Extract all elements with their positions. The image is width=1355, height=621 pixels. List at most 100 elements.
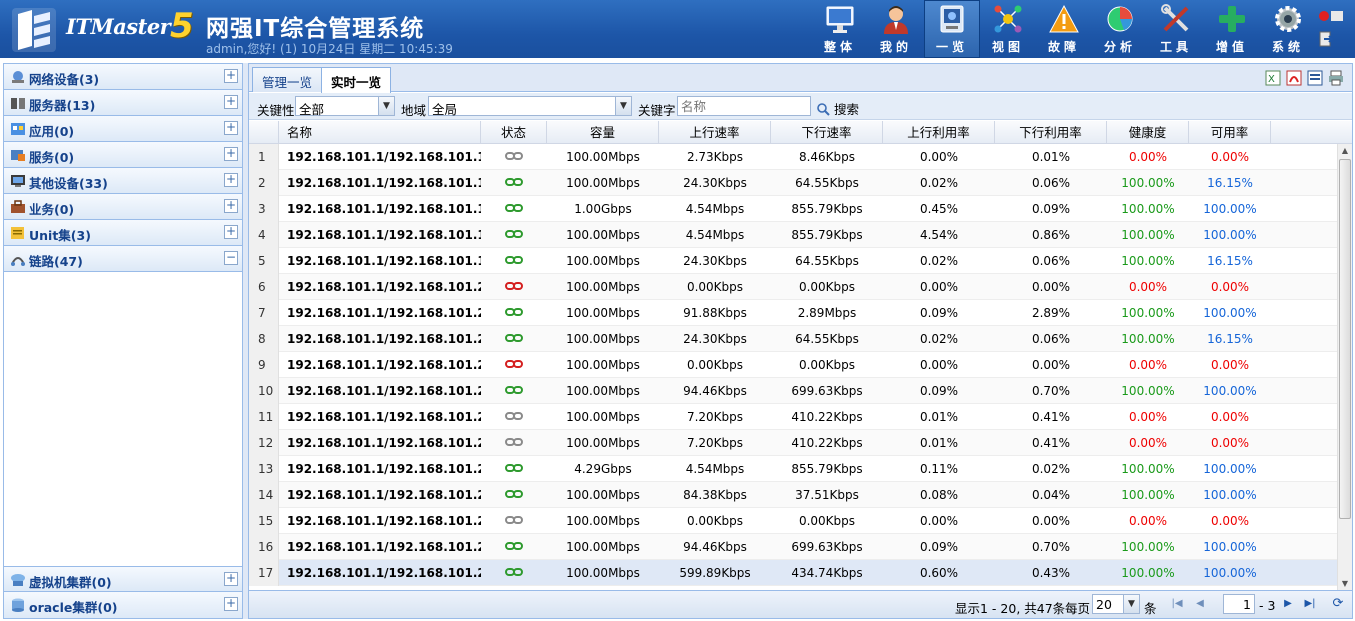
excel-export-icon[interactable]: X	[1265, 70, 1281, 86]
link-name-cell[interactable]: 192.168.101.1/192.168.101.223	[279, 456, 481, 482]
sidebar-item-network-devices[interactable]: 网络设备(3) +	[4, 64, 242, 90]
column-header[interactable]: 状态	[481, 121, 547, 144]
table-row[interactable]: 12 192.168.101.1/192.168.101.222 100.00Mbp…	[249, 430, 1337, 456]
table-row[interactable]: 13 192.168.101.1/192.168.101.223 4.29Gbps 4…	[249, 456, 1337, 482]
link-name-cell[interactable]: 192.168.101.1/192.168.101.222	[279, 430, 481, 456]
table-row[interactable]: 8 192.168.101.1/192.168.101.201 100.00Mbps…	[249, 326, 1337, 352]
table-row[interactable]: 7192.168.101.1/192.168.101.20(1) 100.00Mb…	[249, 300, 1337, 326]
table-row[interactable]: 11 192.168.101.1/192.168.101.22 100.00Mbps…	[249, 404, 1337, 430]
nav-tools[interactable]: 工具	[1148, 0, 1204, 58]
table-row[interactable]: 2 192.168.101.1/192.168.101.119 100.00Mbps…	[249, 170, 1337, 196]
table-row[interactable]: 9 192.168.101.1/192.168.101.21 100.00Mbps 0…	[249, 352, 1337, 378]
keyword-input[interactable]	[677, 96, 811, 116]
upstream-rate-cell: 7.20Kbps	[686, 410, 744, 424]
column-header[interactable]: 容量	[547, 121, 659, 144]
scroll-thumb[interactable]	[1339, 159, 1351, 519]
nav-label: 故障	[1047, 40, 1080, 54]
sidebar-item-other-devices[interactable]: 其他设备(33) +	[4, 168, 242, 194]
table-row[interactable]: 14 192.168.101.1/192.168.101.224 100.00Mbp…	[249, 482, 1337, 508]
link-name-cell[interactable]: 192.168.101.1/192.168.101.20(1)	[279, 300, 481, 326]
table-row[interactable]: 16 192.168.101.1/192.168.101.235 100.00Mbp…	[249, 534, 1337, 560]
vertical-scrollbar[interactable]: ▲ ▼	[1337, 144, 1352, 591]
table-row[interactable]: 17 192.168.101.1/192.168.101.236 100.00Mbp…	[249, 560, 1337, 586]
tab-management-overview[interactable]: 管理一览	[252, 67, 323, 92]
table-row[interactable]: 4 192.168.101.1/192.168.101.198 100.00Mbps…	[249, 222, 1337, 248]
link-name-cell[interactable]: 192.168.101.1/192.168.101.199	[279, 248, 481, 274]
column-header[interactable]: 名称	[279, 121, 481, 144]
sidebar-item-oracle-clusters[interactable]: oracle集群(0) +	[4, 592, 242, 618]
page-number-input[interactable]: 1	[1223, 594, 1255, 614]
expand-icon[interactable]: +	[224, 199, 238, 213]
criticality-select[interactable]: 全部 ▼	[295, 96, 395, 117]
table-row[interactable]: 15 192.168.101.1/192.168.101.232 100.00Mbp…	[249, 508, 1337, 534]
link-name-cell[interactable]: 192.168.101.1/192.168.101.100	[279, 144, 481, 170]
column-header[interactable]: 下行利用率	[995, 121, 1107, 144]
downstream-utilization-cell: 0.86%	[1031, 228, 1071, 242]
scroll-down-icon[interactable]: ▼	[1338, 577, 1352, 591]
print-icon[interactable]	[1328, 70, 1344, 86]
expand-icon[interactable]: +	[224, 147, 238, 161]
link-name-cell[interactable]: 192.168.101.1/192.168.101.22	[279, 404, 481, 430]
nav-value-added[interactable]: 增值	[1204, 0, 1260, 58]
column-header[interactable]: 下行速率	[771, 121, 883, 144]
column-header[interactable]: 可用率	[1189, 121, 1271, 144]
prev-page-icon[interactable]: ◀	[1193, 597, 1207, 611]
expand-icon[interactable]: +	[224, 121, 238, 135]
column-header[interactable]: 健康度	[1107, 121, 1189, 144]
sidebar-item-vm-clusters[interactable]: 虚拟机集群(0) +	[4, 566, 242, 592]
column-header[interactable]: 上行利用率	[883, 121, 995, 144]
per-page-select[interactable]: 20 ▼	[1092, 594, 1140, 614]
link-name-cell[interactable]: 192.168.101.1/192.168.101.201	[279, 326, 481, 352]
sidebar-item-unit-sets[interactable]: Unit集(3) +	[4, 220, 242, 246]
table-row[interactable]: 3 192.168.101.1/192.168.101.16 1.00Gbps 4.5…	[249, 196, 1337, 222]
link-name-cell[interactable]: 192.168.101.1/192.168.101.21	[279, 352, 481, 378]
link-name-cell[interactable]: 192.168.101.1/192.168.101.236	[279, 560, 481, 586]
table-row[interactable]: 5 192.168.101.1/192.168.101.199 100.00Mbps…	[249, 248, 1337, 274]
link-name-cell[interactable]: 192.168.101.1/192.168.101.224	[279, 482, 481, 508]
nav-mine[interactable]: 我的	[868, 0, 924, 58]
expand-icon[interactable]: +	[224, 95, 238, 109]
tab-realtime-overview[interactable]: 实时一览	[321, 67, 392, 93]
link-name-cell[interactable]: 192.168.101.1/192.168.101.212	[279, 378, 481, 404]
expand-icon[interactable]: +	[224, 173, 238, 187]
last-page-icon[interactable]: ▶|	[1303, 597, 1317, 611]
nav-view[interactable]: 视图	[980, 0, 1036, 58]
nav-fault[interactable]: 故障	[1036, 0, 1092, 58]
table-row[interactable]: 10 192.168.101.1/192.168.101.212 100.00Mbp…	[249, 378, 1337, 404]
scroll-up-icon[interactable]: ▲	[1338, 144, 1352, 158]
sidebar-item-label: 业务(0)	[29, 202, 75, 217]
alarm-icon[interactable]	[1318, 8, 1348, 24]
sidebar-item-applications[interactable]: 应用(0) +	[4, 116, 242, 142]
pdf-export-icon[interactable]	[1286, 70, 1302, 86]
link-name-cell[interactable]: 192.168.101.1/192.168.101.16	[279, 196, 481, 222]
logout-icon[interactable]	[1318, 31, 1334, 47]
nav-overall[interactable]: 整体	[812, 0, 868, 58]
expand-icon[interactable]: +	[224, 69, 238, 83]
expand-icon[interactable]: +	[224, 572, 238, 586]
refresh-icon[interactable]: ⟳	[1331, 597, 1345, 611]
table-row[interactable]: 6 192.168.101.1/192.168.101.20 100.00Mbps 0…	[249, 274, 1337, 300]
link-name-cell[interactable]: 192.168.101.1/192.168.101.198	[279, 222, 481, 248]
word-export-icon[interactable]	[1307, 70, 1323, 86]
nav-system[interactable]: 系统	[1260, 0, 1316, 58]
link-name-cell[interactable]: 192.168.101.1/192.168.101.119	[279, 170, 481, 196]
link-name-cell[interactable]: 192.168.101.1/192.168.101.20	[279, 274, 481, 300]
expand-icon[interactable]: +	[224, 597, 238, 611]
sidebar-item-servers[interactable]: 服务器(13) +	[4, 90, 242, 116]
sidebar-item-links[interactable]: 链路(47) −	[4, 246, 242, 272]
sidebar-item-business[interactable]: 业务(0) +	[4, 194, 242, 220]
criticality-label: 关键性	[257, 103, 295, 118]
nav-overview[interactable]: 一览	[924, 0, 980, 58]
table-row[interactable]: 1 192.168.101.1/192.168.101.100 100.00Mbps…	[249, 144, 1337, 170]
link-name-cell[interactable]: 192.168.101.1/192.168.101.235	[279, 534, 481, 560]
link-name-cell[interactable]: 192.168.101.1/192.168.101.232	[279, 508, 481, 534]
sidebar-item-services[interactable]: 服务(0) +	[4, 142, 242, 168]
column-header[interactable]: 上行速率	[659, 121, 771, 144]
search-button[interactable]: 搜索	[817, 99, 859, 118]
first-page-icon[interactable]: |◀	[1170, 597, 1184, 611]
expand-icon[interactable]: +	[224, 225, 238, 239]
domain-select[interactable]: 全局 ▼	[428, 96, 632, 117]
next-page-icon[interactable]: ▶	[1281, 597, 1295, 611]
collapse-icon[interactable]: −	[224, 251, 238, 265]
nav-analysis[interactable]: 分析	[1092, 0, 1148, 58]
